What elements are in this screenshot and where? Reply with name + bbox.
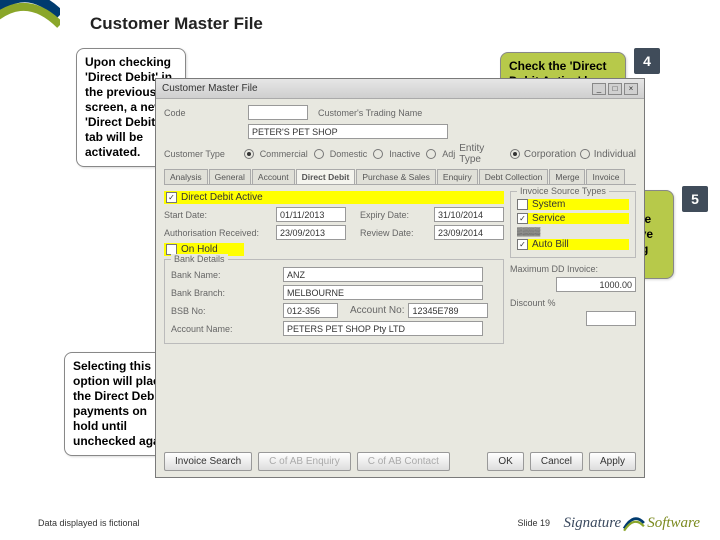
radio-inactive[interactable] [373,149,383,159]
footer-slide-number: Slide 19 [517,518,550,528]
cust-type-label: Customer Type [164,149,240,159]
radio-domestic[interactable] [314,149,324,159]
start-date-input[interactable]: 01/11/2013 [276,207,346,222]
apply-button[interactable]: Apply [589,452,636,471]
code-input[interactable] [248,105,308,120]
radio-adj[interactable] [426,149,436,159]
acct-input[interactable]: 12345E789 [408,303,488,318]
corner-logo [0,0,60,50]
bankname-input[interactable]: ANZ [283,267,483,282]
review-date-input[interactable]: 23/09/2014 [434,225,504,240]
discount-input[interactable] [586,311,636,326]
page-title: Customer Master File [90,14,263,34]
cb-ist-autobill[interactable]: ✓ [517,239,528,250]
bankdetails-legend: Bank Details [171,254,228,264]
tab-analysis[interactable]: Analysis [164,169,208,184]
tab-merge[interactable]: Merge [549,169,585,184]
radio-commercial[interactable] [244,149,254,159]
trading-input[interactable]: PETER'S PET SHOP [248,124,448,139]
cab-enquiry-button[interactable]: C of AB Enquiry [258,452,351,471]
acctname-input[interactable]: PETERS PET SHOP Pty LTD [283,321,483,336]
expiry-date-input[interactable]: 31/10/2014 [434,207,504,222]
tab-strip: Analysis General Account Direct Debit Pu… [164,169,636,185]
dialog-title: Customer Master File [162,83,258,94]
bsb-input[interactable]: 012-356 [283,303,338,318]
code-label: Code [164,108,244,118]
maxdd-input[interactable]: 1000.00 [556,277,636,292]
cab-contact-button[interactable]: C of AB Contact [357,452,450,471]
trading-label: Customer's Trading Name [318,108,422,118]
tab-general[interactable]: General [209,169,251,184]
cancel-button[interactable]: Cancel [530,452,583,471]
tab-direct-debit[interactable]: Direct Debit [296,169,356,184]
footer-note: Data displayed is fictional [38,518,140,528]
auth-date-input[interactable]: 23/09/2013 [276,225,346,240]
brand-logo: Signature Software [563,512,700,534]
cb-ist-system[interactable] [517,199,528,210]
ok-button[interactable]: OK [487,452,523,471]
tab-account[interactable]: Account [252,169,295,184]
cb-ist-service[interactable]: ✓ [517,213,528,224]
ist-legend: Invoice Source Types [517,186,609,196]
close-button[interactable]: × [624,83,638,95]
tab-invoice[interactable]: Invoice [586,169,625,184]
dd-active-label: Direct Debit Active [181,192,263,203]
tab-enquiry[interactable]: Enquiry [437,169,478,184]
radio-indiv[interactable] [580,149,590,159]
button-bar: Invoice Search C of AB Enquiry C of AB C… [164,452,636,471]
radio-corp[interactable] [510,149,520,159]
step-badge-4: 4 [634,48,660,74]
invoice-search-button[interactable]: Invoice Search [164,452,252,471]
branch-input[interactable]: MELBOURNE [283,285,483,300]
step-badge-5: 5 [682,186,708,212]
max-button[interactable]: □ [608,83,622,95]
min-button[interactable]: _ [592,83,606,95]
cb-dd-active[interactable]: ✓ [166,192,177,203]
dialog-titlebar: Customer Master File _ □ × [156,79,644,99]
tab-debt[interactable]: Debt Collection [479,169,549,184]
dialog-customer-master: Customer Master File _ □ × Code Customer… [155,78,645,478]
tab-purchase-sales[interactable]: Purchase & Sales [356,169,436,184]
